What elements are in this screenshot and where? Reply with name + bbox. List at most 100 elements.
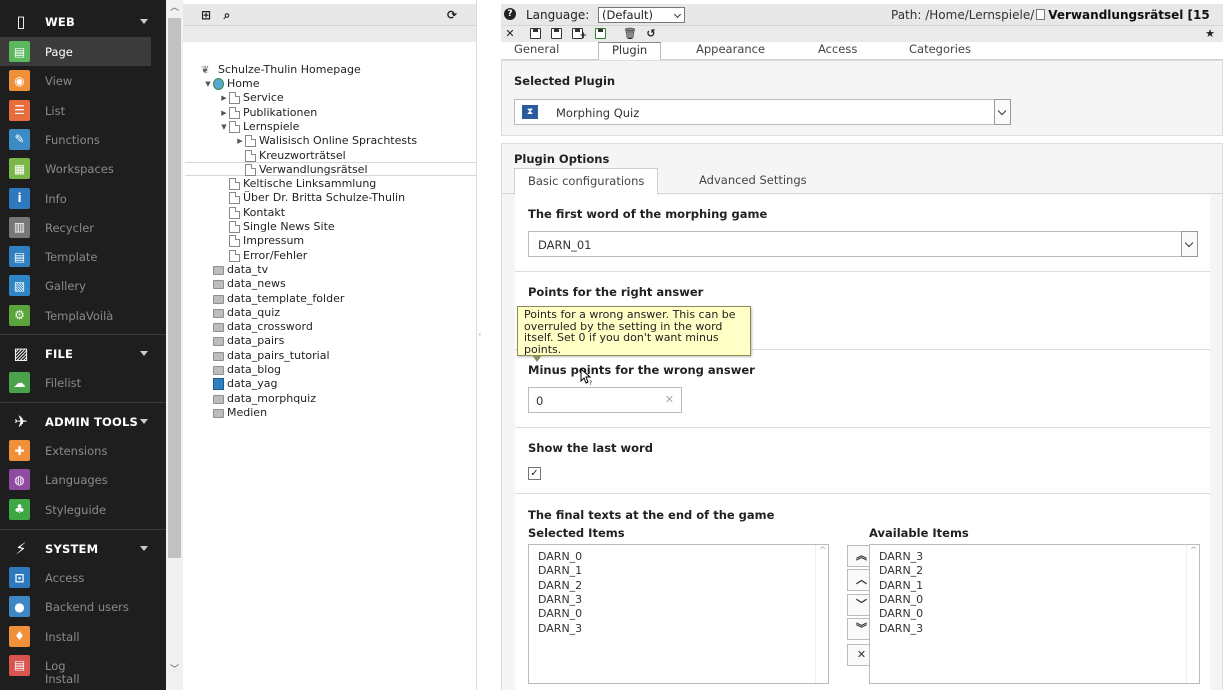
module-item-recycler[interactable]: ▥ Recycler xyxy=(0,213,166,242)
chevron-down-icon[interactable] xyxy=(140,546,148,551)
first-word-select[interactable]: DARN_01 xyxy=(528,231,1198,257)
tree-node[interactable]: data_quiz xyxy=(203,306,280,320)
selected-items-list[interactable]: DARN_0DARN_1DARN_2DARN_3DARN_0DARN_3 xyxy=(528,544,829,684)
tab-basic-configurations[interactable]: Basic configurations xyxy=(514,168,659,195)
list-scrollbar[interactable] xyxy=(1186,545,1199,683)
tree-node[interactable]: data_morphquiz xyxy=(203,392,316,406)
collapse-arrow-icon[interactable]: ▼ xyxy=(219,120,229,134)
module-item-languages[interactable]: ◍ Languages xyxy=(0,465,166,494)
available-items-list[interactable]: DARN_3DARN_2DARN_1DARN_0DARN_0DARN_3 xyxy=(869,544,1200,684)
module-item-page[interactable]: ▤ Page xyxy=(0,37,151,66)
tree-node[interactable]: Single News Site xyxy=(219,220,335,234)
module-item-view[interactable]: ◉ View xyxy=(0,66,166,95)
scrollbar-thumb[interactable] xyxy=(168,18,181,558)
module-group-file[interactable]: ▨ FILE xyxy=(0,338,166,370)
language-select[interactable]: (Default) xyxy=(598,7,685,23)
tree-node[interactable]: ▼ Lernspiele xyxy=(219,120,299,134)
clear-icon[interactable]: ✕ xyxy=(665,393,674,406)
tree-root[interactable]: ❦ Schulze-Thulin Homepage xyxy=(201,63,361,77)
tree-node[interactable]: data_yag xyxy=(203,377,278,391)
minus-points-input[interactable]: 0 ✕ xyxy=(528,387,682,413)
tree-node[interactable]: data_news xyxy=(203,277,286,291)
chevron-down-icon[interactable] xyxy=(140,19,148,24)
module-group-web[interactable]: ▯ WEB xyxy=(0,6,166,38)
list-item[interactable]: DARN_0 xyxy=(879,607,923,621)
list-item[interactable]: DARN_2 xyxy=(879,564,923,578)
tab-general[interactable]: General xyxy=(501,42,572,60)
expand-arrow-icon[interactable]: ▶ xyxy=(219,91,229,105)
plugin-select[interactable]: ⧗ Morphing Quiz xyxy=(514,99,1011,125)
module-item-backend-users[interactable]: ● Backend users xyxy=(0,592,166,621)
tree-node[interactable]: ▼ Home xyxy=(203,77,259,91)
scroll-up-arrow-icon[interactable]: ︿ xyxy=(170,4,179,13)
tree-node[interactable]: data_template_folder xyxy=(203,292,344,306)
chevron-down-icon[interactable] xyxy=(140,419,148,424)
list-item[interactable]: DARN_0 xyxy=(538,607,582,621)
tree-node[interactable]: data_crossword xyxy=(203,320,313,334)
tree-node[interactable]: Impressum xyxy=(219,234,304,248)
module-item-gallery[interactable]: ▧ Gallery xyxy=(0,271,166,300)
undo-icon[interactable]: ↺ xyxy=(645,28,657,40)
list-item[interactable]: DARN_0 xyxy=(879,593,923,607)
list-item[interactable]: DARN_3 xyxy=(879,622,923,636)
help-icon[interactable]: ? xyxy=(504,8,516,20)
module-item-filelist[interactable]: ☁ Filelist xyxy=(0,368,166,397)
module-item-list[interactable]: ☰ List xyxy=(0,96,166,125)
save-view-icon[interactable] xyxy=(551,28,562,39)
list-item[interactable]: DARN_3 xyxy=(538,622,582,636)
module-item-install-partial[interactable]: Install xyxy=(0,672,166,690)
save-icon[interactable] xyxy=(530,28,541,39)
tab-advanced-settings[interactable]: Advanced Settings xyxy=(686,168,820,194)
collapse-arrow-icon[interactable]: ▼ xyxy=(203,77,213,91)
tree-node[interactable]: Kreuzworträtsel xyxy=(235,149,346,163)
module-item-workspaces[interactable]: ▦ Workspaces xyxy=(0,154,166,183)
save-new-icon[interactable] xyxy=(572,28,587,42)
chevron-down-icon[interactable] xyxy=(1181,231,1198,257)
refresh-icon[interactable]: ⟳ xyxy=(445,8,459,22)
expand-arrow-icon[interactable]: ▶ xyxy=(235,134,245,148)
tree-node[interactable]: data_pairs xyxy=(203,334,284,348)
list-item[interactable]: DARN_0 xyxy=(538,550,582,564)
chevron-down-icon[interactable] xyxy=(994,99,1011,125)
module-item-info[interactable]: i Info xyxy=(0,184,166,213)
trash-icon[interactable]: 🗑 xyxy=(623,28,637,40)
module-item-access[interactable]: ⊡ Access xyxy=(0,563,166,592)
tree-node[interactable]: data_blog xyxy=(203,363,281,377)
list-item[interactable]: DARN_1 xyxy=(538,564,582,578)
tree-node[interactable]: Medien xyxy=(203,406,267,420)
tab-access[interactable]: Access xyxy=(805,42,870,60)
list-item[interactable]: DARN_3 xyxy=(879,550,923,564)
tree-node[interactable]: Error/Fehler xyxy=(219,249,307,263)
panel-splitter[interactable]: ‹ xyxy=(476,0,501,690)
splitter-grip-icon[interactable]: ‹ xyxy=(478,330,482,350)
tab-categories[interactable]: Categories xyxy=(896,42,984,60)
tree-node[interactable]: ▶ Service xyxy=(219,91,284,105)
tree-node[interactable]: Keltische Linksammlung xyxy=(219,177,376,191)
module-item-install[interactable]: ♦ Install xyxy=(0,622,166,651)
expand-arrow-icon[interactable]: ▶ xyxy=(219,106,229,120)
tree-node[interactable]: data_pairs_tutorial xyxy=(203,349,330,363)
tree-node[interactable]: Verwandlungsrätsel xyxy=(235,163,368,177)
tree-node[interactable]: data_tv xyxy=(203,263,268,277)
module-item-extensions[interactable]: ✚ Extensions xyxy=(0,436,166,465)
list-item[interactable]: DARN_2 xyxy=(538,579,582,593)
search-icon[interactable]: ⌕ xyxy=(220,8,234,22)
module-group-admin[interactable]: ✈ ADMIN TOOLS xyxy=(0,406,166,438)
tab-plugin[interactable]: Plugin xyxy=(598,42,662,61)
tree-node[interactable]: ▶ Walisisch Online Sprachtests xyxy=(235,134,417,148)
module-item-styleguide[interactable]: ♣ Styleguide xyxy=(0,495,166,524)
module-item-templavoil-[interactable]: ⚙ TemplaVoilà xyxy=(0,301,166,330)
scroll-down-arrow-icon[interactable]: ﹀ xyxy=(170,666,179,675)
module-group-system[interactable]: ⚡ SYSTEM xyxy=(0,533,166,565)
module-item-template[interactable]: ▤ Template xyxy=(0,242,166,271)
module-item-functions[interactable]: ✎ Functions xyxy=(0,125,166,154)
close-icon[interactable]: ✕ xyxy=(504,28,516,40)
new-page-icon[interactable]: ⊞ xyxy=(199,8,213,22)
chevron-down-icon[interactable] xyxy=(140,351,148,356)
module-menu-scrollbar[interactable]: ︿ ﹀ xyxy=(166,0,183,690)
save-close-icon[interactable] xyxy=(595,28,606,39)
show-last-word-checkbox[interactable]: ✓ xyxy=(528,467,541,480)
list-item[interactable]: DARN_1 xyxy=(879,579,923,593)
tab-appearance[interactable]: Appearance xyxy=(683,42,778,60)
tree-node[interactable]: ▶ Publikationen xyxy=(219,106,317,120)
